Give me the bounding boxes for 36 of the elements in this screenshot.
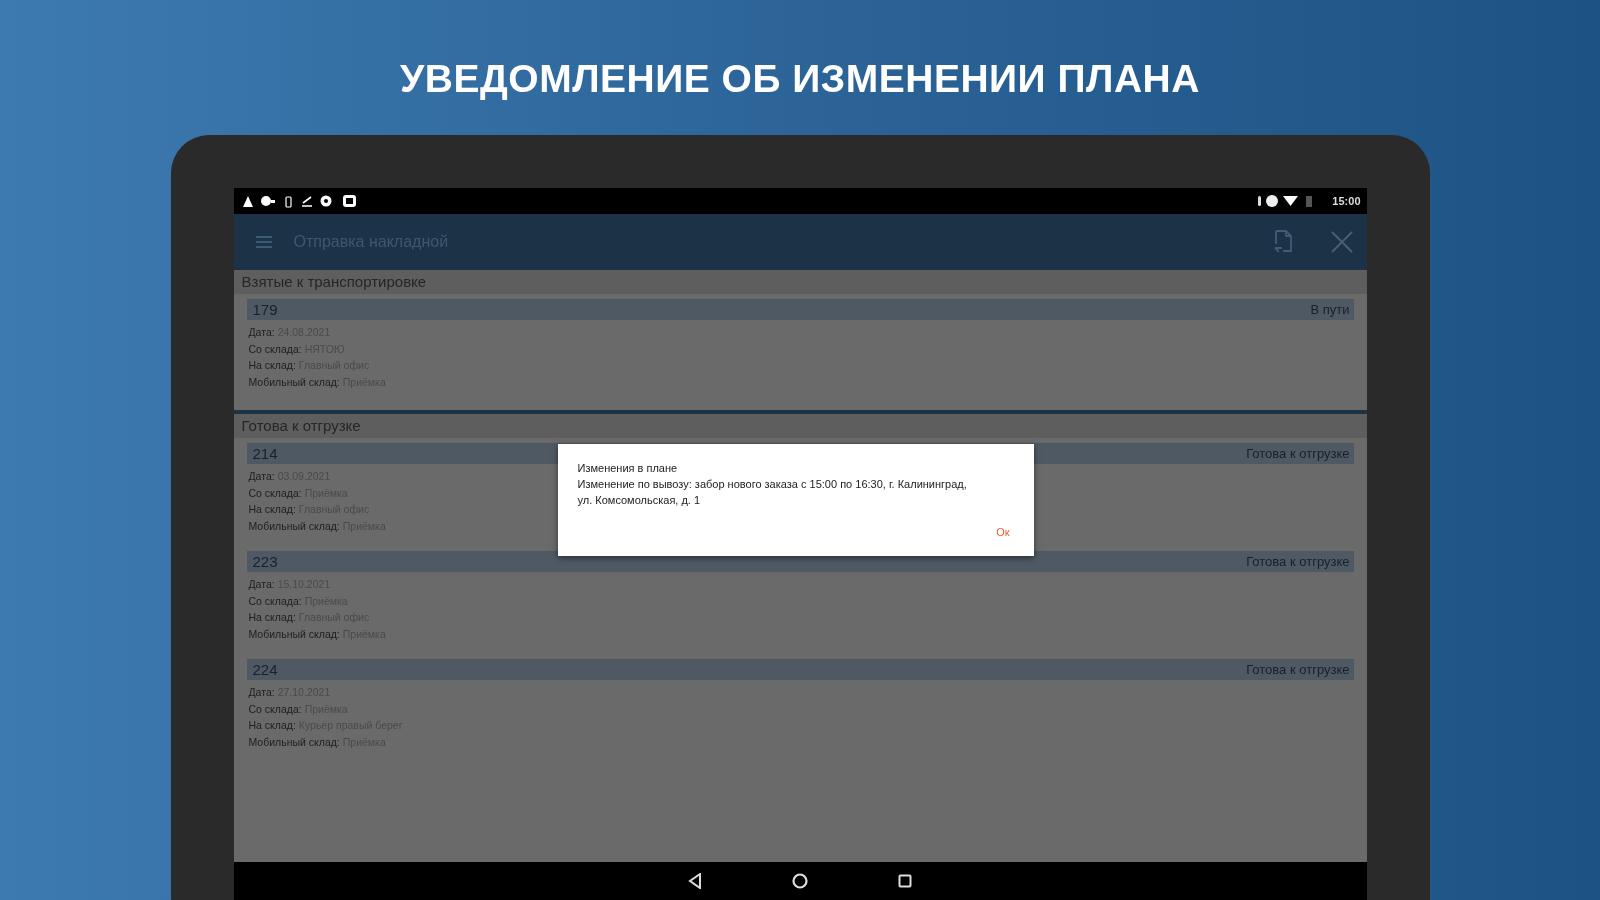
order-header[interactable]: 224 Готова к отгрузке: [246, 659, 1354, 680]
order-status: Готова к отгрузке: [1246, 446, 1350, 461]
dialog-message: Изменение по вывозу: забор нового заказа с 15:00 по 16:30, г. Калининград, ул. Комсомольская, д. 1: [577, 477, 968, 508]
field-label: Со склада:: [248, 702, 302, 715]
field-label: Мобильный склад:: [248, 375, 340, 388]
field-label: Со склада:: [248, 486, 302, 499]
order-number: 223: [252, 553, 278, 570]
field-label: На склад:: [248, 359, 296, 371]
field-label: Дата:: [248, 326, 275, 338]
field-label: На склад:: [248, 503, 296, 515]
order-number: 214: [252, 445, 278, 462]
field-label: На склад:: [248, 611, 296, 623]
order-status: Готова к отгрузке: [1246, 662, 1350, 677]
field-label: Дата:: [248, 578, 275, 590]
order-status: В пути: [1310, 302, 1350, 317]
recents-icon[interactable]: [898, 874, 912, 888]
field-label: На склад:: [248, 719, 296, 731]
order-status: Готова к отгрузке: [1246, 554, 1350, 569]
back-icon[interactable]: [688, 873, 702, 889]
order-number: 224: [252, 661, 278, 678]
section-header: Взятые к транспортировке: [233, 270, 1367, 294]
field-label: Мобильный склад:: [248, 519, 340, 532]
section-header: Готова к отгрузке: [233, 414, 1367, 438]
order-header[interactable]: 179 В пути: [246, 299, 1354, 320]
headline: УВЕДОМЛЕНИЕ ОБ ИЗМЕНЕНИИ ПЛАНА: [400, 56, 1200, 102]
order-number: 179: [252, 301, 278, 318]
field-label: Мобильный склад:: [248, 627, 340, 640]
field-label: Со склада:: [248, 342, 302, 355]
field-label: Дата:: [248, 470, 275, 482]
field-label: Со склада:: [248, 594, 302, 607]
dialog-title: Изменения в плане: [577, 461, 679, 476]
field-label: Дата:: [248, 686, 275, 698]
status-time: 15:00: [1332, 195, 1361, 207]
field-label: Мобильный склад:: [248, 735, 340, 748]
home-icon[interactable]: [792, 873, 808, 889]
ok-button[interactable]: Ок: [980, 522, 1026, 542]
